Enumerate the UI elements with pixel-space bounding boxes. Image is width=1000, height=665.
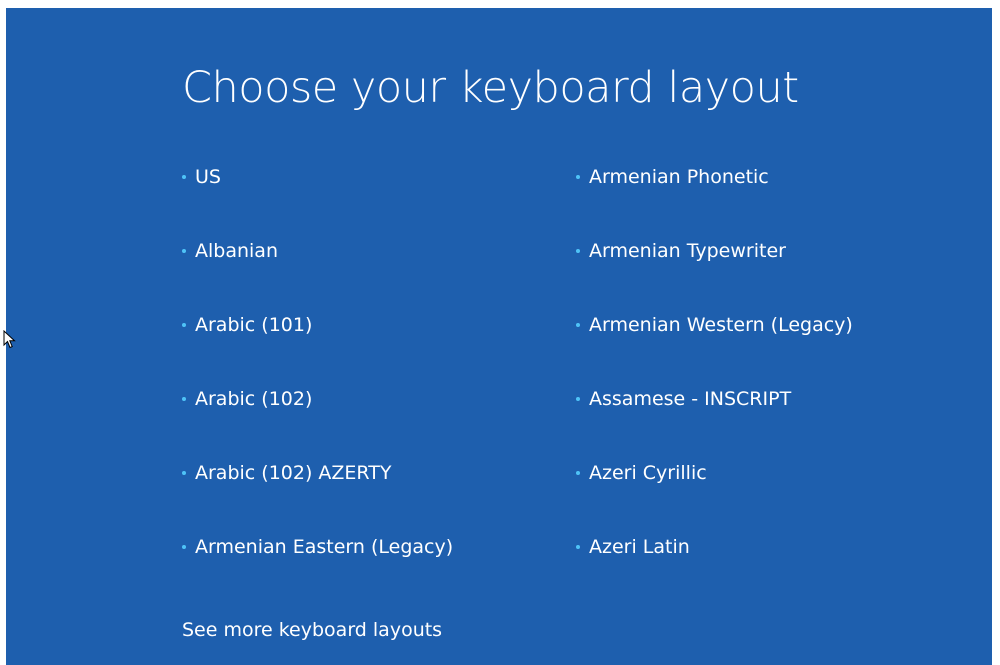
layout-option-azeri-latin[interactable]: Azeri Latin [576, 527, 853, 601]
keyboard-layout-list-right: Armenian Phonetic Armenian Typewriter Ar… [576, 157, 853, 601]
mouse-pointer-icon [3, 330, 16, 349]
bullet-dot-icon [576, 249, 580, 253]
recovery-screen: Choose your keyboard layout US Albanian … [6, 8, 992, 665]
bullet-dot-icon [182, 175, 186, 179]
layout-option-us[interactable]: US [182, 157, 453, 231]
layout-option-label: Azeri Cyrillic [589, 462, 707, 484]
layout-option-albanian[interactable]: Albanian [182, 231, 453, 305]
layout-option-label: Arabic (102) [195, 388, 313, 410]
layout-option-label: Albanian [195, 240, 278, 262]
layout-option-armenian-phonetic[interactable]: Armenian Phonetic [576, 157, 853, 231]
layout-option-label: Armenian Eastern (Legacy) [195, 536, 454, 558]
layout-option-azeri-cyrillic[interactable]: Azeri Cyrillic [576, 453, 853, 527]
layout-option-arabic-102-azerty[interactable]: Arabic (102) AZERTY [182, 453, 453, 527]
layout-option-arabic-102[interactable]: Arabic (102) [182, 379, 453, 453]
layout-option-assamese-inscript[interactable]: Assamese - INSCRIPT [576, 379, 853, 453]
see-more-layouts-link[interactable]: See more keyboard layouts [182, 610, 442, 650]
bullet-dot-icon [182, 323, 186, 327]
layout-option-label: Armenian Typewriter [589, 240, 786, 262]
bullet-dot-icon [576, 323, 580, 327]
bullet-dot-icon [576, 175, 580, 179]
bullet-dot-icon [576, 471, 580, 475]
layout-option-label: US [195, 166, 221, 188]
layout-option-label: Armenian Phonetic [589, 166, 769, 188]
page-title: Choose your keyboard layout [182, 63, 799, 113]
layout-option-armenian-western-legacy[interactable]: Armenian Western (Legacy) [576, 305, 853, 379]
layout-option-arabic-101[interactable]: Arabic (101) [182, 305, 453, 379]
layout-option-armenian-eastern-legacy[interactable]: Armenian Eastern (Legacy) [182, 527, 453, 601]
bullet-dot-icon [576, 397, 580, 401]
layout-option-label: Azeri Latin [589, 536, 690, 558]
bullet-dot-icon [182, 471, 186, 475]
layout-option-label: Arabic (102) AZERTY [195, 462, 392, 484]
bullet-dot-icon [182, 249, 186, 253]
bullet-dot-icon [576, 545, 580, 549]
bullet-dot-icon [182, 397, 186, 401]
bullet-dot-icon [182, 545, 186, 549]
layout-option-label: Assamese - INSCRIPT [589, 388, 792, 410]
layout-option-label: Armenian Western (Legacy) [589, 314, 853, 336]
layout-option-label: Arabic (101) [195, 314, 313, 336]
layout-option-armenian-typewriter[interactable]: Armenian Typewriter [576, 231, 853, 305]
keyboard-layout-list-left: US Albanian Arabic (101) Arabic (102) Ar… [182, 157, 453, 601]
